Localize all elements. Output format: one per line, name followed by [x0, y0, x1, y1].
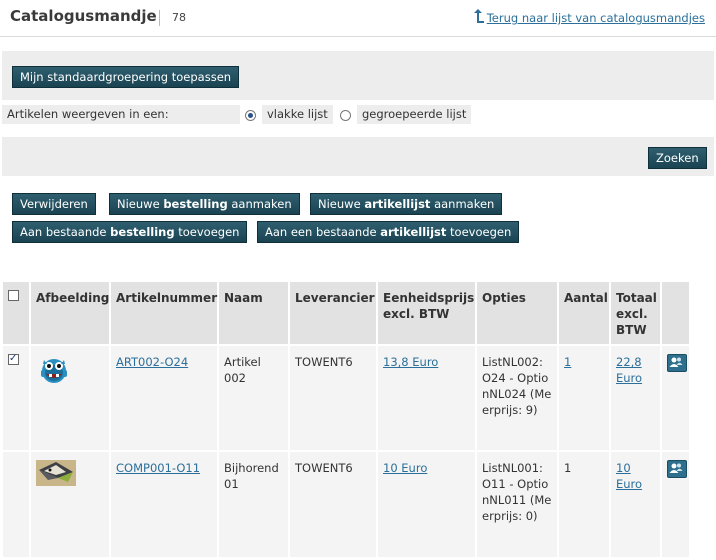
col-name[interactable]: Naam — [218, 282, 290, 345]
table-row: COMP001-O11 Bijhorend 01 TOWENT6 10 Euro… — [3, 450, 691, 557]
row-article-number-cell: COMP001-O11 — [110, 450, 219, 557]
add-to-article-list-button[interactable]: Aan een bestaande artikellijst toevoegen — [257, 221, 520, 243]
delete-button[interactable]: Verwijderen — [12, 193, 96, 215]
col-image: Afbeelding — [30, 282, 111, 345]
row-quantity-cell: 1 — [558, 344, 611, 451]
row-total-cell: 22,8 Euro — [610, 344, 662, 451]
row-select-cell — [3, 344, 31, 451]
select-all-cell — [3, 282, 31, 345]
add-list-post: toevoegen — [446, 225, 512, 239]
total-link[interactable]: 10 Euro — [616, 461, 642, 491]
users-icon — [669, 357, 683, 367]
col-quantity[interactable]: Aantal — [558, 282, 611, 345]
col-article-number[interactable]: Artikelnummer — [110, 282, 219, 345]
new-order-button[interactable]: Nieuwe bestelling aanmaken — [109, 193, 300, 215]
add-order-pre: Aan bestaande — [20, 225, 111, 239]
add-list-pre: Aan een bestaande — [265, 225, 381, 239]
add-order-bold: bestelling — [110, 225, 175, 239]
col-unit-price[interactable]: Eenheidsprijs excl. BTW — [377, 282, 477, 345]
row-unit-price-cell: 13,8 Euro — [377, 344, 477, 451]
add-order-post: toevoegen — [174, 225, 240, 239]
new-article-list-button[interactable]: Nieuwe artikellijst aanmaken — [310, 193, 503, 215]
row-image-cell — [30, 450, 111, 557]
add-list-bold: artikellijst — [380, 225, 447, 239]
page-title: Catalogusmandje — [10, 7, 157, 25]
search-button[interactable]: Zoeken — [648, 147, 707, 169]
row-options-cell: ListNL002: O24 - OptionNL024 (Meerprijs:… — [476, 344, 559, 451]
row-image-cell — [30, 344, 111, 451]
header-divider — [0, 36, 716, 37]
row-options-cell: ListNL001: O11 - OptionNL011 (Meerprijs:… — [476, 450, 559, 557]
title-divider — [159, 10, 160, 26]
grouped-list-radio[interactable] — [340, 110, 351, 121]
new-order-bold: bestelling — [163, 197, 228, 211]
quantity-link[interactable]: 1 — [564, 355, 571, 369]
users-icon — [669, 463, 683, 473]
apply-grouping-button[interactable]: Mijn standaardgroepering toepassen — [12, 66, 240, 88]
unit-price-link[interactable]: 10 Euro — [383, 461, 427, 475]
row-total-cell: 10 Euro — [610, 450, 662, 557]
row-supplier-cell: TOWENT6 — [289, 344, 378, 451]
back-link-label: Terug naar lijst van catalogusmandjes — [486, 11, 705, 25]
new-list-post: aanmaken — [430, 197, 495, 211]
row-actions-cell — [661, 344, 691, 451]
col-options: Opties — [476, 282, 559, 345]
flat-list-label: vlakke lijst — [262, 105, 333, 124]
origami-bird-icon[interactable] — [36, 460, 76, 486]
row-supplier-cell: TOWENT6 — [289, 450, 378, 557]
row-checkbox[interactable] — [8, 351, 19, 367]
flat-list-radio[interactable] — [245, 110, 256, 121]
back-to-baskets-link[interactable]: Terug naar lijst van catalogusmandjes — [473, 9, 705, 25]
search-panel — [2, 137, 714, 176]
col-total[interactable]: Totaal excl. BTW — [610, 282, 662, 345]
row-name-cell: Bijhorend 01 — [218, 450, 290, 557]
page-header: Catalogusmandje 78 Terug naar lijst van … — [0, 0, 716, 36]
new-order-pre: Nieuwe — [117, 197, 164, 211]
row-article-number-cell: ART002-O24 — [110, 344, 219, 451]
new-list-pre: Nieuwe — [318, 197, 365, 211]
col-supplier[interactable]: Leverancier — [289, 282, 378, 345]
row-unit-price-cell: 10 Euro — [377, 450, 477, 557]
display-mode-label: Artikelen weergeven in een: — [2, 105, 240, 124]
row-actions-cell — [661, 450, 691, 557]
new-list-bold: artikellijst — [364, 197, 431, 211]
return-arrow-icon — [473, 9, 484, 23]
add-to-order-button[interactable]: Aan bestaande bestelling toevoegen — [12, 221, 248, 243]
article-number-link[interactable]: COMP001-O11 — [116, 461, 200, 475]
unit-price-link[interactable]: 13,8 Euro — [383, 355, 438, 369]
grouped-list-label: gegroepeerde lijst — [357, 105, 472, 124]
row-quantity-cell: 1 — [558, 450, 611, 557]
row-name-cell: Artikel 002 — [218, 344, 290, 451]
basket-table: Afbeelding Artikelnummer Naam Leverancie… — [3, 282, 691, 557]
blue-monster-icon[interactable] — [36, 354, 72, 386]
item-count: 78 — [172, 11, 186, 24]
users-button[interactable] — [667, 460, 687, 478]
users-button[interactable] — [667, 354, 687, 372]
col-actions — [661, 282, 691, 345]
table-row: ART002-O24 Artikel 002 TOWENT6 13,8 Euro… — [3, 344, 691, 451]
table-header-row: Afbeelding Artikelnummer Naam Leverancie… — [3, 282, 691, 345]
article-number-link[interactable]: ART002-O24 — [116, 355, 188, 369]
new-order-post: aanmaken — [227, 197, 292, 211]
total-link[interactable]: 22,8 Euro — [616, 355, 642, 385]
row-select-cell — [3, 450, 31, 557]
select-all-checkbox[interactable] — [8, 290, 19, 301]
